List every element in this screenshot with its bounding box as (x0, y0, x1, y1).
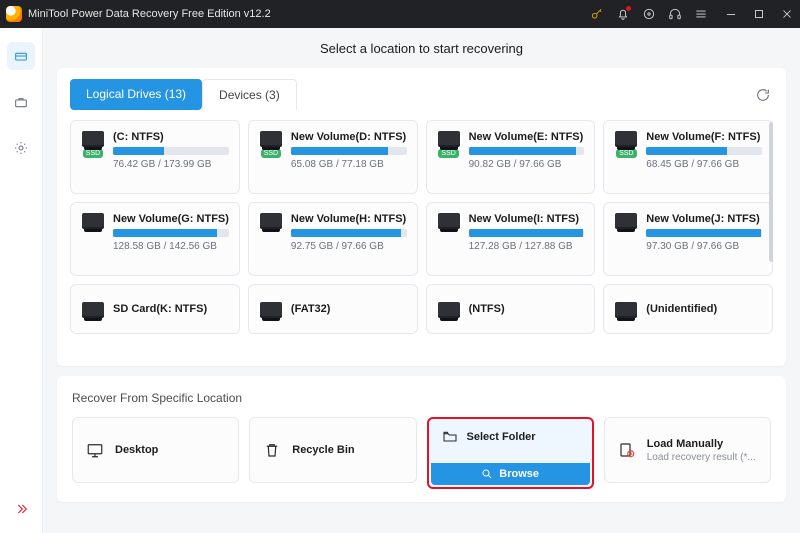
ssd-badge: SSD (438, 149, 458, 158)
app-window: MiniTool Power Data Recovery Free Editio… (0, 0, 800, 533)
tab-devices[interactable]: Devices (3) (202, 79, 297, 110)
browse-button[interactable]: Browse (431, 463, 590, 485)
drive-size: 68.45 GB / 97.66 GB (646, 159, 762, 170)
usage-bar (646, 147, 762, 155)
drive-name: New Volume(D: NTFS) (291, 131, 407, 143)
location-load-manually-label: Load Manually (647, 438, 756, 450)
hdd-icon (614, 213, 638, 265)
close-button[interactable] (780, 7, 794, 21)
location-recycle-bin[interactable]: Recycle Bin (249, 417, 416, 483)
main: Select a location to start recovering Lo… (43, 28, 800, 533)
hdd-icon: SSD (614, 131, 638, 183)
drive-name: New Volume(H: NTFS) (291, 213, 407, 225)
drive-name: (FAT32) (291, 303, 331, 315)
drive-card[interactable]: (FAT32) (248, 284, 418, 334)
minimize-button[interactable] (724, 7, 738, 21)
location-select-folder[interactable]: Select Folder Browse (427, 417, 594, 489)
ssd-badge: SSD (616, 149, 636, 158)
notification-dot-icon (626, 6, 631, 11)
hdd-icon: SSD (81, 131, 105, 183)
drive-name: New Volume(F: NTFS) (646, 131, 762, 143)
menu-icon[interactable] (694, 7, 708, 21)
hdd-icon (81, 302, 105, 316)
window-controls (724, 7, 794, 21)
hdd-icon (437, 302, 461, 316)
drive-size: 128.58 GB / 142.56 GB (113, 241, 229, 252)
drive-size: 97.30 GB / 97.66 GB (646, 241, 762, 252)
titlebar-actions (590, 7, 708, 21)
drive-name: (Unidentified) (646, 303, 717, 315)
hdd-icon (259, 213, 283, 265)
bell-icon[interactable] (616, 7, 630, 21)
drive-name: New Volume(G: NTFS) (113, 213, 229, 225)
drive-card[interactable]: New Volume(H: NTFS) 92.75 GB / 97.66 GB (248, 202, 418, 276)
drive-size: 90.82 GB / 97.66 GB (469, 159, 585, 170)
drive-size: 65.08 GB / 77.18 GB (291, 159, 407, 170)
drive-card[interactable]: (Unidentified) (603, 284, 773, 334)
sidebar-expand-button[interactable] (7, 495, 35, 523)
app-title: MiniTool Power Data Recovery Free Editio… (28, 8, 271, 20)
drive-size: 92.75 GB / 97.66 GB (291, 241, 407, 252)
hdd-icon (81, 213, 105, 265)
drives-scrollbar[interactable] (769, 122, 773, 262)
hdd-icon: SSD (259, 131, 283, 183)
location-desktop-label: Desktop (115, 444, 158, 456)
drive-card[interactable]: SSD New Volume(F: NTFS) 68.45 GB / 97.66 G… (603, 120, 773, 194)
sidebar-item-recover[interactable] (7, 42, 35, 70)
location-select-folder-label: Select Folder (467, 431, 536, 443)
usage-bar (469, 147, 585, 155)
usage-bar (469, 229, 585, 237)
disc-icon[interactable] (642, 7, 656, 21)
hdd-icon (259, 302, 283, 316)
titlebar: MiniTool Power Data Recovery Free Editio… (0, 0, 800, 28)
location-desktop[interactable]: Desktop (72, 417, 239, 483)
refresh-button[interactable] (753, 85, 773, 105)
drive-card[interactable]: (NTFS) (426, 284, 596, 334)
drive-card[interactable]: SSD New Volume(D: NTFS) 65.08 GB / 77.18 G… (248, 120, 418, 194)
usage-bar (291, 147, 407, 155)
usage-bar (113, 229, 229, 237)
drive-name: SD Card(K: NTFS) (113, 303, 207, 315)
specific-location-panel: Recover From Specific Location Desktop R… (57, 376, 786, 502)
usage-bar (646, 229, 762, 237)
drive-card[interactable]: New Volume(J: NTFS) 97.30 GB / 97.66 GB (603, 202, 773, 276)
ssd-badge: SSD (83, 149, 103, 158)
location-load-manually-sub: Load recovery result (*... (647, 452, 756, 463)
location-recycle-label: Recycle Bin (292, 444, 354, 456)
drive-card[interactable]: SD Card(K: NTFS) (70, 284, 240, 334)
ssd-badge: SSD (261, 149, 281, 158)
drive-size: 76.42 GB / 173.99 GB (113, 159, 229, 170)
sidebar (0, 28, 43, 533)
app-logo-icon (6, 6, 22, 22)
page-subtitle: Select a location to start recovering (43, 28, 800, 68)
browse-label: Browse (499, 468, 539, 480)
specific-location-title: Recover From Specific Location (72, 391, 771, 405)
hdd-icon (437, 213, 461, 265)
drive-name: New Volume(E: NTFS) (469, 131, 585, 143)
hdd-icon (614, 302, 638, 316)
location-load-manually[interactable]: Load Manually Load recovery result (*... (604, 417, 771, 483)
drives-panel: Logical Drives (13) Devices (3) SSD (C: N… (57, 68, 786, 366)
drive-card[interactable]: New Volume(I: NTFS) 127.28 GB / 127.88 GB (426, 202, 596, 276)
sidebar-item-toolbox[interactable] (7, 88, 35, 116)
drive-size: 127.28 GB / 127.88 GB (469, 241, 585, 252)
tabs: Logical Drives (13) Devices (3) (70, 79, 297, 110)
drive-name: New Volume(I: NTFS) (469, 213, 585, 225)
drive-card[interactable]: New Volume(G: NTFS) 128.58 GB / 142.56 GB (70, 202, 240, 276)
drive-name: (C: NTFS) (113, 131, 229, 143)
key-icon[interactable] (590, 7, 604, 21)
headphones-icon[interactable] (668, 7, 682, 21)
sidebar-item-settings[interactable] (7, 134, 35, 162)
usage-bar (113, 147, 229, 155)
drive-card[interactable]: SSD New Volume(E: NTFS) 90.82 GB / 97.66 G… (426, 120, 596, 194)
maximize-button[interactable] (752, 7, 766, 21)
usage-bar (291, 229, 407, 237)
drive-name: New Volume(J: NTFS) (646, 213, 762, 225)
drive-name: (NTFS) (469, 303, 505, 315)
hdd-icon: SSD (437, 131, 461, 183)
drive-card[interactable]: SSD (C: NTFS) 76.42 GB / 173.99 GB (70, 120, 240, 194)
tab-logical-drives[interactable]: Logical Drives (13) (70, 79, 202, 110)
